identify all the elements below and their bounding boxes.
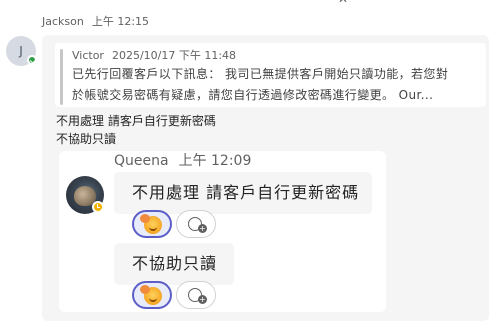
embedded-message-text: 不用處理 請客戶自行更新密碼 (132, 183, 360, 202)
laughing-emoji-icon (140, 285, 162, 305)
message-header: Jackson 上午 12:15 (42, 13, 149, 31)
plus-icon: + (198, 224, 207, 233)
embedded-message-bubble[interactable]: 不用處理 請客戶自行更新密碼 (114, 172, 372, 214)
reaction-laugh-button[interactable] (132, 281, 172, 309)
message-text: 不用處理 請客戶自行更新密碼 (56, 114, 216, 128)
message-text: 不協助只讀 (56, 132, 117, 146)
quote-bar (60, 49, 63, 105)
add-reaction-button[interactable]: + (176, 210, 216, 238)
embedded-header: Queena 上午 12:09 (114, 152, 251, 170)
quote-header: Victor 2025/10/17 下午 11:48 (72, 48, 236, 64)
plus-icon: + (198, 295, 207, 304)
dismiss-icon[interactable]: ✕ (338, 0, 352, 5)
quote-line: 已先行回覆客戶以下訊息： 我司已無提供客戶開始只讀功能，若您對 (72, 67, 449, 81)
presence-away-icon (92, 201, 104, 213)
quote-line: 於帳號交易密碼有疑慮，請您自行透過修改密碼進行變更。 Our... (72, 88, 434, 102)
embedded-time: 上午 12:09 (178, 153, 252, 169)
message-time: 上午 12:15 (91, 15, 150, 28)
presence-available-icon (27, 55, 37, 65)
quote-author: Victor (72, 49, 104, 62)
quote-timestamp: 2025/10/17 下午 11:48 (111, 49, 237, 62)
sender-name: Jackson (42, 15, 84, 28)
embedded-message-text: 不協助只讀 (132, 254, 218, 273)
embedded-author: Queena (114, 153, 169, 169)
reaction-laugh-button[interactable] (132, 210, 172, 238)
add-reaction-button[interactable]: + (176, 281, 216, 309)
avatar-initial: J (19, 44, 23, 58)
laughing-emoji-icon (140, 214, 162, 234)
quote-text: 已先行回覆客戶以下訊息： 我司已無提供客戶開始只讀功能，若您對 於帳號交易密碼有… (72, 64, 482, 106)
embedded-message-bubble[interactable]: 不協助只讀 (114, 243, 234, 285)
